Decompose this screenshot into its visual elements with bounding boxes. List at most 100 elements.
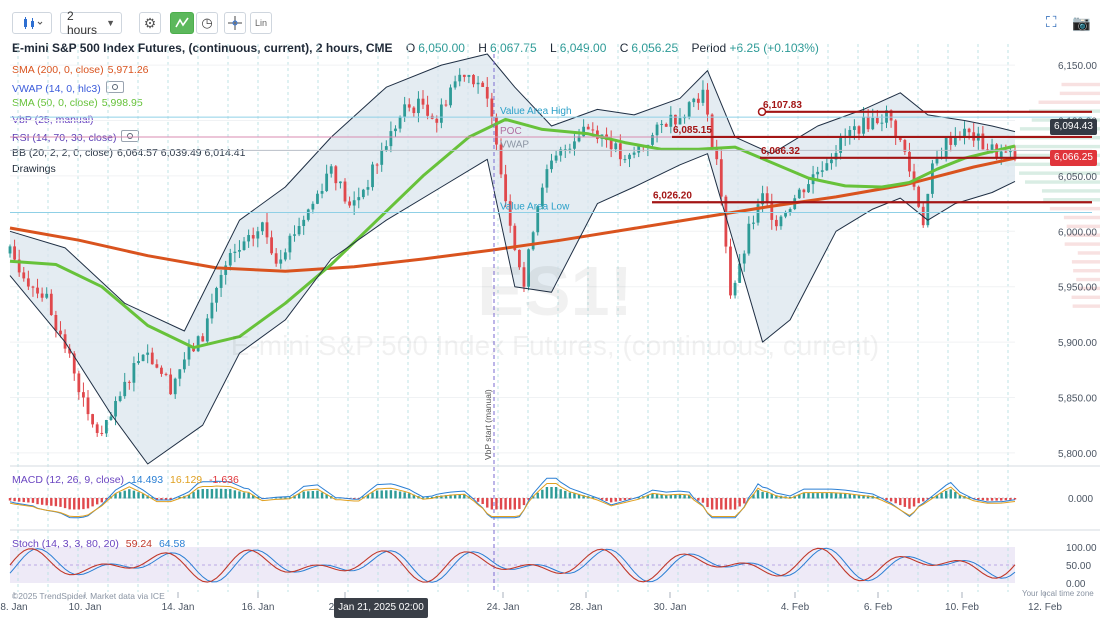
candle-body <box>458 74 462 82</box>
candle-body <box>623 159 627 161</box>
candle-body <box>669 114 673 127</box>
level-label: 6,066.32 <box>761 146 800 157</box>
candle-body <box>894 120 898 137</box>
macd-histogram-bar <box>518 498 521 509</box>
macd-histogram-bar <box>22 498 25 503</box>
candle-body <box>155 364 159 368</box>
macd-histogram-bar <box>541 489 544 499</box>
candle-body <box>481 82 485 87</box>
macd-histogram-bar <box>481 498 484 504</box>
x-tick-label: 16. Jan <box>242 602 275 613</box>
vbp-bar <box>1076 277 1100 282</box>
vbp-bar <box>1002 144 1100 149</box>
candle-body <box>967 128 971 133</box>
candle-body <box>871 117 875 130</box>
macd-histogram-bar <box>802 493 806 499</box>
candle-body <box>265 222 269 238</box>
candle-body <box>774 219 778 227</box>
candle-body <box>706 89 709 115</box>
candle-body <box>866 116 870 130</box>
x-tick-label: 10. Feb <box>945 602 979 613</box>
candle-body <box>417 98 420 114</box>
macd-histogram-bar <box>605 498 608 502</box>
candle-body <box>77 373 81 393</box>
vbp-bar <box>1043 198 1100 202</box>
vbp-bar <box>1077 251 1100 255</box>
candle-body <box>352 200 356 206</box>
macd-histogram-bar <box>486 498 489 508</box>
macd-histogram-bar <box>408 493 411 499</box>
macd-histogram-bar <box>573 493 576 499</box>
candle-body <box>173 378 177 395</box>
macd-histogram-bar <box>559 489 562 499</box>
candle-body <box>467 74 471 77</box>
macd-histogram-bar <box>720 498 723 510</box>
macd-histogram-bar <box>279 497 282 499</box>
price-chart[interactable]: ES1!E-mini S&P 500 Index Futures, (conti… <box>0 0 1100 626</box>
macd-histogram-bar <box>320 492 324 499</box>
macd-histogram-bar <box>697 498 700 501</box>
x-tick-label: 12. Feb <box>1028 602 1062 613</box>
candle-body <box>1004 151 1008 153</box>
macd-histogram-bar <box>210 489 214 499</box>
candle-body <box>375 164 379 166</box>
candle-body <box>701 89 705 103</box>
macd-histogram-bar <box>95 498 99 505</box>
data-credit: ©2025 TrendSpider. Market data via ICE <box>12 590 165 603</box>
macd-histogram-bar <box>219 488 223 499</box>
macd-histogram-bar <box>912 498 916 507</box>
macd-histogram-bar <box>403 492 406 499</box>
macd-histogram-bar <box>233 490 237 499</box>
candle-body <box>95 424 99 433</box>
candle-body <box>357 197 361 201</box>
x-tick-label: 10. Jan <box>69 602 102 613</box>
crosshair-date-tooltip: Jan 21, 2025 02:00 <box>334 598 428 618</box>
candle-body <box>472 74 475 85</box>
candle-body <box>325 173 329 192</box>
candle-body <box>421 98 425 105</box>
candle-body <box>137 361 140 364</box>
candle-body <box>1009 151 1012 153</box>
macd-histogram-bar <box>137 492 140 499</box>
macd-histogram-bar <box>82 498 85 510</box>
candle-body <box>109 416 113 420</box>
macd-histogram-bar <box>375 490 379 499</box>
candle-body <box>141 354 145 362</box>
macd-histogram-bar <box>889 498 893 502</box>
candle-body <box>816 171 820 175</box>
watermark-symbol: ES1! <box>477 252 633 330</box>
candle-body <box>13 246 16 260</box>
candle-body <box>439 104 443 123</box>
vbp-bar <box>1071 260 1100 264</box>
macd-histogram-bar <box>756 490 760 499</box>
macd-histogram-bar <box>164 498 168 500</box>
candle-body <box>660 123 664 125</box>
macd-histogram-bar <box>307 491 310 499</box>
macd-histogram-bar <box>1004 498 1008 501</box>
macd-histogram-bar <box>73 498 76 510</box>
candle-body <box>591 129 595 131</box>
candle-body <box>169 374 173 395</box>
macd-legend: MACD (12, 26, 9, close) 14.493 16.129 -1… <box>12 474 239 487</box>
candle-body <box>205 318 209 342</box>
candle-body <box>270 237 273 254</box>
candle-body <box>779 216 783 227</box>
local-time-text: Your local time zone <box>1022 589 1094 598</box>
macd-histogram-bar <box>247 492 250 499</box>
overlay-label: Value Area High <box>500 106 572 117</box>
candle-body <box>45 293 49 298</box>
macd-histogram-bar <box>238 491 241 499</box>
macd-histogram-bar <box>706 498 709 508</box>
macd-histogram-bar <box>206 489 209 499</box>
candle-body <box>187 346 191 360</box>
stoch-tick-label: 50.00 <box>1066 561 1091 572</box>
candle-body <box>146 352 150 355</box>
crosshair-date-text: Jan 21, 2025 02:00 <box>338 602 424 613</box>
vbp-bar <box>1064 242 1100 246</box>
candle-body <box>164 373 168 375</box>
candle-body <box>628 154 631 160</box>
candle-body <box>614 143 618 150</box>
candle-body <box>719 159 723 197</box>
macd-histogram-bar <box>807 493 810 499</box>
stoch-value-1: 59.24 <box>125 538 153 550</box>
